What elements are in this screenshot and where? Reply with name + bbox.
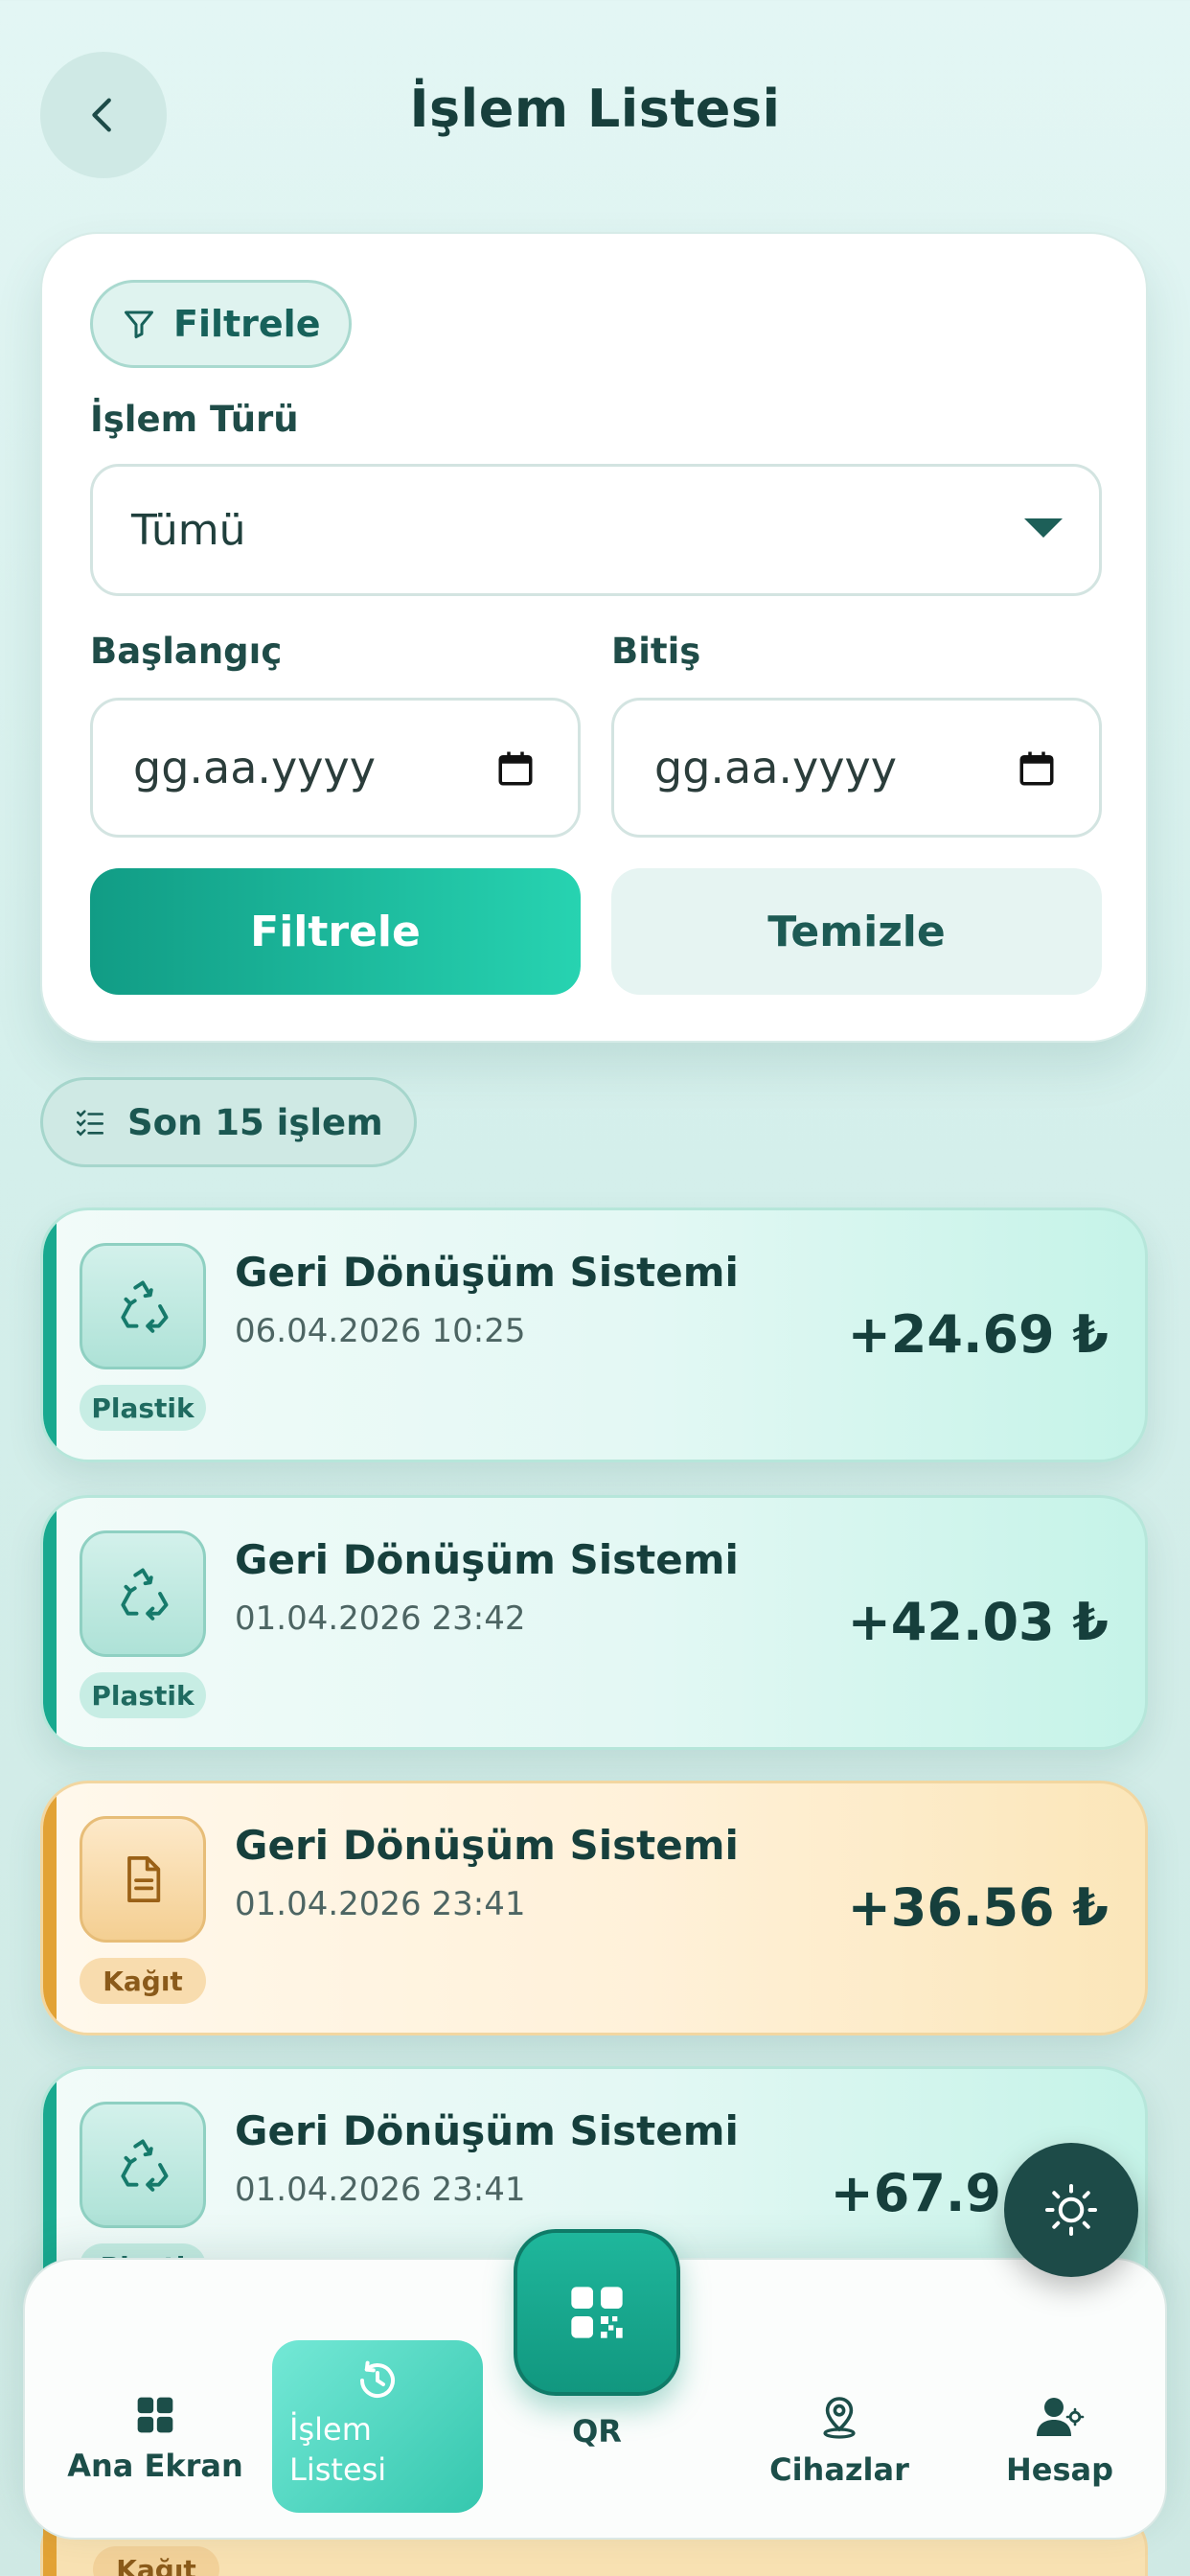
category-icon-box: [80, 1816, 206, 1943]
apply-filter-button[interactable]: Filtrele: [90, 868, 581, 995]
recycle-icon: [121, 2139, 169, 2192]
end-date-placeholder: gg.aa.yyyy: [654, 742, 897, 794]
checklist-icon: [76, 1110, 104, 1137]
type-select[interactable]: Tümü: [90, 464, 1102, 596]
nav-label-home: Ana Ekran: [67, 2448, 243, 2484]
sun-icon: [1045, 2184, 1097, 2236]
transaction-card[interactable]: Plastik Geri Dönüşüm Sistemi 06.04.2026 …: [40, 1208, 1148, 1462]
category-badge: Kağıt: [93, 2546, 219, 2576]
category-accent: [43, 1783, 57, 2033]
bottom-navigation: Ana Ekran İşlem Listesi QR Cihazlar Hesa…: [23, 2229, 1167, 2540]
filter-toggle-chip[interactable]: Filtrele: [90, 280, 353, 368]
calendar-icon[interactable]: [1017, 748, 1057, 789]
page-title: İşlem Listesi: [409, 79, 781, 139]
nav-item-account[interactable]: Hesap: [964, 2394, 1156, 2488]
category-accent: [43, 1498, 57, 1747]
transaction-amount: +36.56 ₺: [847, 1877, 1109, 1938]
recycle-icon: [121, 1280, 169, 1333]
category-accent: [43, 1210, 57, 1460]
category-badge: Kağıt: [80, 1958, 206, 2004]
nav-item-transactions[interactable]: İşlem Listesi: [272, 2340, 483, 2513]
section-label: Son 15 işlem: [127, 1101, 383, 1143]
category-icon-box: [80, 2102, 206, 2228]
start-date-label: Başlangıç: [90, 631, 283, 672]
nav-label-transactions-line2: Listesi: [289, 2451, 387, 2488]
transaction-amount: +24.69 ₺: [847, 1304, 1109, 1365]
user-settings-icon: [1037, 2398, 1085, 2436]
transaction-amount: +67.9: [830, 2163, 1001, 2223]
end-date-input[interactable]: gg.aa.yyyy: [611, 698, 1102, 838]
theme-toggle-button[interactable]: [1004, 2143, 1138, 2277]
history-icon: [360, 2360, 395, 2399]
filter-card: Filtrele İşlem Türü Tümü Başlangıç Bitiş…: [40, 232, 1148, 1043]
transaction-card[interactable]: Plastik Geri Dönüşüm Sistemi 01.04.2026 …: [40, 1495, 1148, 1750]
type-field-label: İşlem Türü: [90, 399, 299, 440]
funnel-icon: [125, 310, 153, 338]
document-icon: [127, 1855, 161, 1903]
recent-transactions-chip: Son 15 işlem: [40, 1077, 417, 1167]
nav-label-qr: QR: [572, 2413, 622, 2450]
category-icon-box: [80, 1530, 206, 1657]
transaction-amount: +42.03 ₺: [847, 1592, 1109, 1652]
location-pin-icon: [823, 2397, 856, 2439]
nav-item-devices[interactable]: Cihazlar: [744, 2394, 935, 2488]
nav-label-transactions-line1: İşlem: [289, 2411, 372, 2448]
qr-code-icon: [571, 2287, 623, 2338]
calendar-icon[interactable]: [495, 748, 536, 789]
nav-label-account: Hesap: [1005, 2451, 1114, 2488]
category-icon-box: [80, 1243, 206, 1369]
transaction-card[interactable]: Kağıt Geri Dönüşüm Sistemi 01.04.2026 23…: [40, 1781, 1148, 2036]
transaction-title: Geri Dönüşüm Sistemi: [235, 1536, 739, 1583]
recycle-icon: [121, 1568, 169, 1621]
qr-scan-button[interactable]: [514, 2229, 680, 2396]
category-badge: Plastik: [80, 1385, 206, 1431]
transaction-date: 06.04.2026 10:25: [235, 1312, 526, 1350]
grid-icon: [137, 2397, 173, 2433]
end-date-label: Bitiş: [611, 631, 701, 672]
type-select-value: Tümü: [131, 505, 246, 555]
transaction-date: 01.04.2026 23:41: [235, 1885, 526, 1923]
start-date-input[interactable]: gg.aa.yyyy: [90, 698, 581, 838]
transaction-date: 01.04.2026 23:42: [235, 1599, 526, 1638]
transaction-date: 01.04.2026 23:41: [235, 2171, 526, 2209]
nav-item-home[interactable]: Ana Ekran: [59, 2394, 251, 2484]
transaction-title: Geri Dönüşüm Sistemi: [235, 1822, 739, 1869]
caret-down-icon: [1024, 518, 1063, 538]
transaction-title: Geri Dönüşüm Sistemi: [235, 1249, 739, 1296]
nav-label-devices: Cihazlar: [769, 2451, 909, 2488]
start-date-placeholder: gg.aa.yyyy: [133, 742, 376, 794]
filter-chip-label: Filtrele: [173, 303, 321, 345]
clear-filter-button[interactable]: Temizle: [611, 868, 1102, 995]
category-badge: Plastik: [80, 1672, 206, 1718]
transaction-title: Geri Dönüşüm Sistemi: [235, 2107, 739, 2154]
